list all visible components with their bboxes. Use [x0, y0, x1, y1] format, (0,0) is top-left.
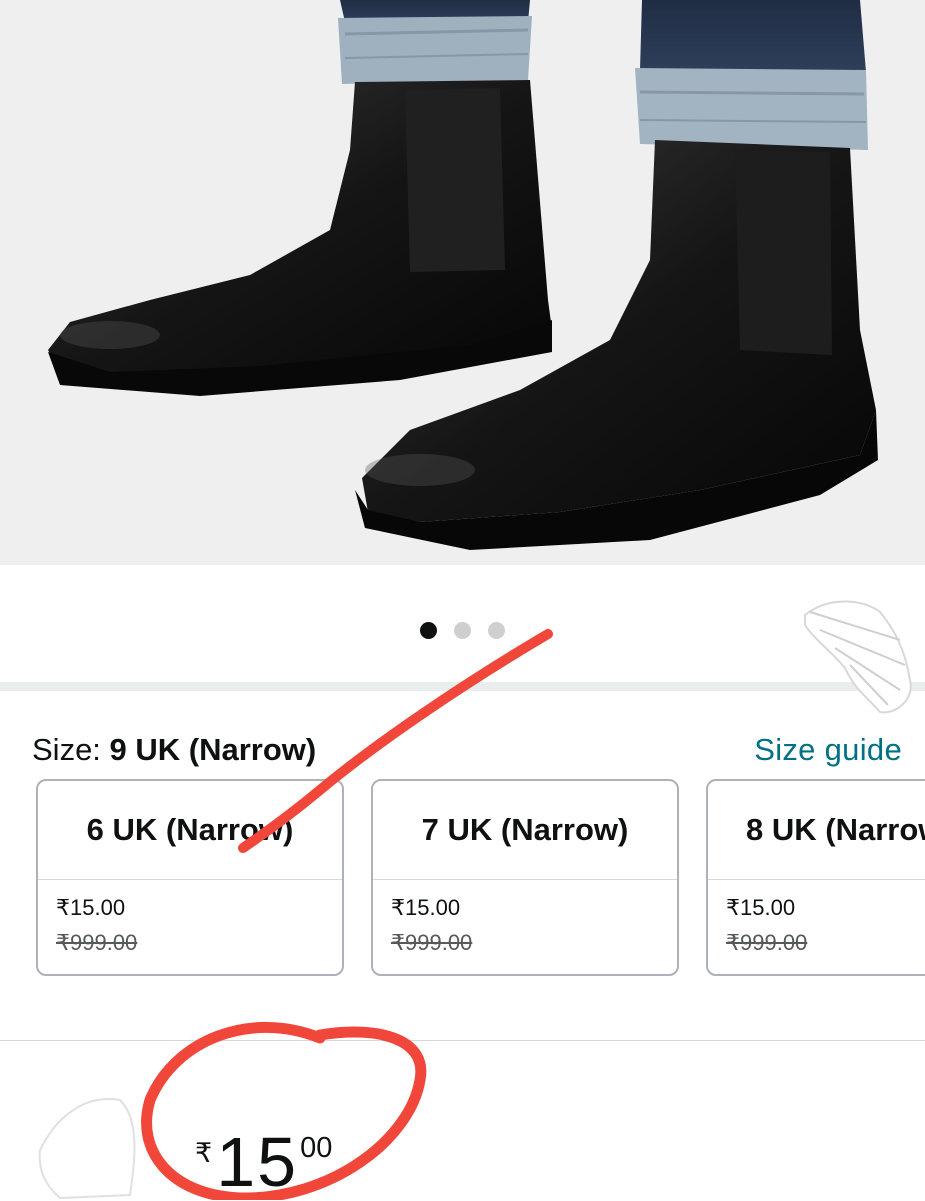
- size-option-price: ₹15.00: [726, 895, 796, 920]
- product-image[interactable]: [0, 0, 925, 565]
- selected-size: 9 UK (Narrow): [109, 732, 317, 767]
- price-whole: 15: [216, 1123, 299, 1201]
- redaction-scribble-2: [38, 1098, 136, 1200]
- size-option-6uk[interactable]: 6 UK (Narrow) ₹15.00 ₹999.00: [36, 779, 344, 976]
- carousel-dot-1[interactable]: [420, 622, 437, 639]
- deal-price: ₹ 15 00: [195, 1124, 332, 1200]
- size-option-7uk[interactable]: 7 UK (Narrow) ₹15.00 ₹999.00: [371, 779, 679, 976]
- size-label: Size: 9 UK (Narrow): [32, 732, 316, 768]
- size-option-name: 7 UK (Narrow): [373, 781, 677, 880]
- carousel-dot-3[interactable]: [488, 622, 505, 639]
- price-divider: [0, 1040, 925, 1041]
- size-option-mrp: ₹999.00: [56, 930, 138, 955]
- size-option-8uk[interactable]: 8 UK (Narrow) ₹15.00 ₹999.00: [706, 779, 925, 976]
- size-option-price: ₹15.00: [56, 895, 126, 920]
- size-option-name: 8 UK (Narrow): [708, 781, 925, 880]
- size-option-mrp: ₹999.00: [391, 930, 473, 955]
- size-label-text: Size:: [32, 732, 101, 767]
- price-fraction: 00: [300, 1132, 333, 1164]
- redaction-scribble: [804, 600, 912, 714]
- size-option-name: 6 UK (Narrow): [38, 781, 342, 880]
- size-guide-link[interactable]: Size guide: [754, 732, 902, 768]
- section-divider: [0, 682, 925, 691]
- size-option-mrp: ₹999.00: [726, 930, 808, 955]
- carousel-dot-2[interactable]: [454, 622, 471, 639]
- currency-symbol: ₹: [195, 1138, 213, 1168]
- size-header: Size: 9 UK (Narrow) Size guide: [32, 728, 902, 774]
- boots-image: [48, 0, 878, 550]
- size-option-price: ₹15.00: [391, 895, 461, 920]
- carousel-indicator[interactable]: [0, 622, 925, 640]
- size-options[interactable]: 6 UK (Narrow) ₹15.00 ₹999.00 7 UK (Narro…: [36, 779, 925, 981]
